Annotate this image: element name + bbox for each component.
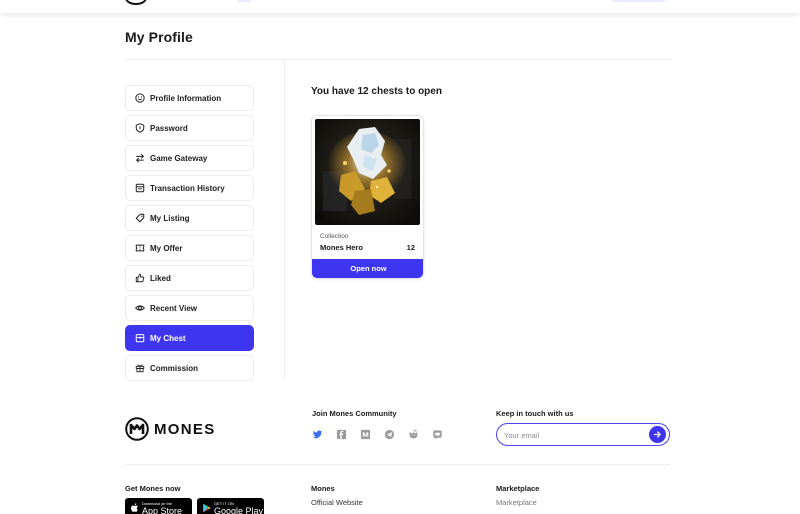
sidebar-item-game-gateway[interactable]: Game Gateway	[125, 145, 254, 171]
google-play-big: Google Play	[214, 505, 264, 514]
chest-count: 12	[406, 243, 415, 252]
official-website-link[interactable]: Official Website	[311, 498, 363, 507]
newsletter-form	[496, 423, 670, 446]
thumbs-up-icon	[135, 273, 145, 283]
sidebar-item-label: Commission	[150, 363, 199, 373]
google-play-button[interactable]: GET IT ON Google Play	[197, 498, 264, 514]
footer-column-mones-title: Mones	[311, 484, 335, 493]
sidebar-item-my-listing[interactable]: My Listing	[125, 205, 254, 231]
telegram-icon[interactable]	[383, 428, 395, 440]
top-navigation-bar	[0, 0, 800, 14]
ticket-icon	[135, 244, 145, 252]
content-divider	[284, 60, 285, 380]
eye-icon	[135, 305, 145, 311]
crystal-artwork	[315, 119, 420, 225]
mones-logo-icon	[125, 417, 149, 441]
swap-arrows-icon	[135, 153, 145, 163]
app-store-big: App Store	[142, 505, 183, 514]
footer-brand[interactable]: MONES	[125, 417, 216, 441]
shield-icon	[135, 123, 145, 133]
sidebar-item-profile-information[interactable]: Profile Information	[125, 85, 254, 111]
facebook-icon[interactable]	[335, 428, 347, 440]
get-app-title: Get Mones now	[125, 484, 181, 493]
sidebar-item-my-offer[interactable]: My Offer	[125, 235, 254, 261]
chests-heading: You have 12 chests to open	[311, 86, 442, 97]
chest-image	[315, 119, 420, 225]
sidebar-item-label: Game Gateway	[150, 153, 208, 163]
discord-icon[interactable]	[431, 428, 443, 440]
twitter-icon[interactable]	[311, 428, 323, 440]
gift-icon	[135, 364, 145, 373]
brand-name: MONES	[154, 420, 216, 438]
medium-icon[interactable]	[359, 428, 371, 440]
community-title: Join Mones Community	[312, 409, 397, 418]
newsletter-title: Keep in touch with us	[496, 409, 574, 418]
footer-column-marketplace-title: Marketplace	[496, 484, 540, 493]
page-title: My Profile	[125, 29, 193, 45]
footer-divider	[125, 464, 670, 465]
smile-icon	[135, 93, 145, 103]
marketplace-link[interactable]: Marketplace	[496, 498, 537, 507]
sidebar-item-commission[interactable]: Commission	[125, 355, 254, 381]
sidebar-item-label: Password	[150, 123, 188, 133]
social-links	[311, 428, 455, 440]
email-field[interactable]	[504, 428, 644, 442]
google-play-icon	[203, 503, 211, 513]
title-divider	[125, 59, 670, 60]
sidebar-item-label: Liked	[150, 273, 171, 283]
sidebar-item-label: My Listing	[150, 213, 190, 223]
apple-icon	[131, 503, 138, 512]
reddit-icon[interactable]	[407, 428, 419, 440]
chest-icon	[135, 334, 145, 343]
nav-connect-button[interactable]	[610, 0, 668, 2]
receipt-icon	[135, 183, 145, 193]
chest-card[interactable]: Collection Mones Hero 12 Open now	[311, 115, 424, 279]
app-store-button[interactable]: Download on the App Store	[125, 498, 192, 514]
newsletter-submit-button[interactable]	[649, 426, 666, 443]
sidebar-item-password[interactable]: Password	[125, 115, 254, 141]
sidebar-item-label: My Offer	[150, 243, 183, 253]
chest-name: Mones Hero	[320, 243, 363, 252]
sidebar-item-my-chest[interactable]: My Chest	[125, 325, 254, 351]
mones-logo-icon[interactable]	[125, 0, 147, 5]
arrow-right-icon	[653, 431, 661, 438]
sidebar-item-liked[interactable]: Liked	[125, 265, 254, 291]
open-now-button[interactable]: Open now	[312, 259, 423, 278]
sidebar-item-label: My Chest	[150, 333, 186, 343]
sidebar-item-recent-view[interactable]: Recent View	[125, 295, 254, 321]
chest-collection-label: Collection	[320, 233, 349, 240]
nav-search-pill[interactable]	[236, 0, 252, 2]
sidebar-item-label: Recent View	[150, 303, 197, 313]
sidebar-item-label: Transaction History	[150, 183, 225, 193]
tag-icon	[135, 213, 145, 223]
sidebar-item-transaction-history[interactable]: Transaction History	[125, 175, 254, 201]
sidebar-item-label: Profile Information	[150, 93, 222, 103]
